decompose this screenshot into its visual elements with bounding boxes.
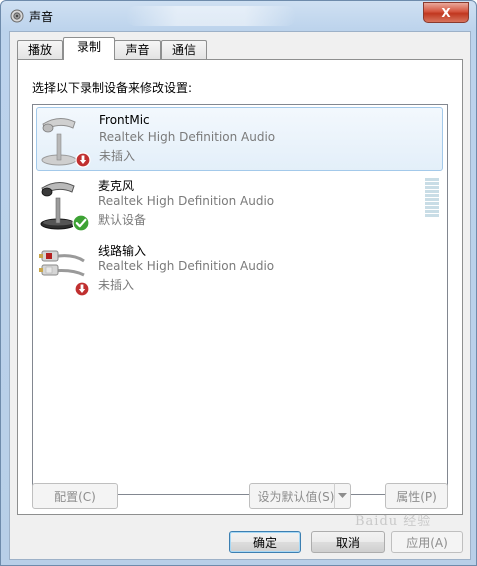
list-item-microphone[interactable]: 麦克风 Realtek High Definition Audio 默认设备: [36, 172, 443, 236]
device-status: 未插入: [98, 278, 135, 292]
tab-label: 录制: [76, 40, 101, 54]
set-default-dropdown[interactable]: [334, 483, 351, 509]
instruction-text: 选择以下录制设备来修改设置:: [32, 81, 193, 95]
apply-button[interactable]: 应用(A): [391, 531, 463, 553]
title-glass-decoration: [126, 6, 296, 26]
dialog-window: 声音 X 播放 录制 声音 通信 选择以下录制设备来修改设置: FrontMic…: [0, 0, 477, 566]
device-driver: Realtek High Definition Audio: [98, 259, 275, 273]
list-item-line-in[interactable]: 线路输入 Realtek High Definition Audio 未插入: [36, 237, 443, 301]
device-name: 线路输入: [98, 244, 147, 258]
device-name: 麦克风: [98, 179, 135, 193]
speaker-icon: [10, 9, 24, 23]
unplugged-badge-icon: [75, 152, 91, 168]
default-check-badge-icon: [72, 214, 90, 232]
tab-playback[interactable]: 播放: [17, 40, 63, 59]
properties-button[interactable]: 属性(P): [385, 483, 448, 509]
device-status: 默认设备: [98, 213, 147, 227]
configure-button[interactable]: 配置(C): [32, 483, 118, 509]
input-level-meter: [425, 178, 439, 218]
close-button[interactable]: X: [423, 2, 469, 23]
title-bar[interactable]: 声音 X: [1, 1, 477, 31]
cancel-button[interactable]: 取消: [311, 531, 385, 553]
close-icon: X: [441, 5, 451, 20]
tab-panel-recording: 选择以下录制设备来修改设置: FrontMic Realtek High Def…: [17, 59, 463, 515]
device-driver: Realtek High Definition Audio: [98, 194, 275, 208]
tab-label: 声音: [125, 43, 150, 57]
chevron-down-icon: [338, 493, 347, 498]
device-status: 未插入: [99, 149, 136, 163]
list-item-frontmic[interactable]: FrontMic Realtek High Definition Audio 未…: [36, 107, 443, 171]
dialog-client-area: 播放 录制 声音 通信 选择以下录制设备来修改设置: FrontMic Real…: [9, 31, 471, 560]
tab-recording[interactable]: 录制: [63, 37, 115, 60]
tab-sounds[interactable]: 声音: [114, 40, 161, 59]
device-driver: Realtek High Definition Audio: [99, 130, 276, 144]
window-title: 声音: [29, 10, 54, 24]
device-name: FrontMic: [99, 113, 150, 127]
recording-device-list[interactable]: FrontMic Realtek High Definition Audio 未…: [32, 104, 448, 495]
unplugged-badge-icon: [74, 281, 90, 297]
tab-label: 播放: [27, 43, 52, 57]
ok-button[interactable]: 确定: [229, 531, 301, 553]
set-default-button[interactable]: 设为默认值(S): [249, 483, 343, 509]
tab-communications[interactable]: 通信: [161, 40, 207, 59]
watermark: Baidu 经验: [355, 514, 432, 529]
tab-label: 通信: [171, 43, 196, 57]
